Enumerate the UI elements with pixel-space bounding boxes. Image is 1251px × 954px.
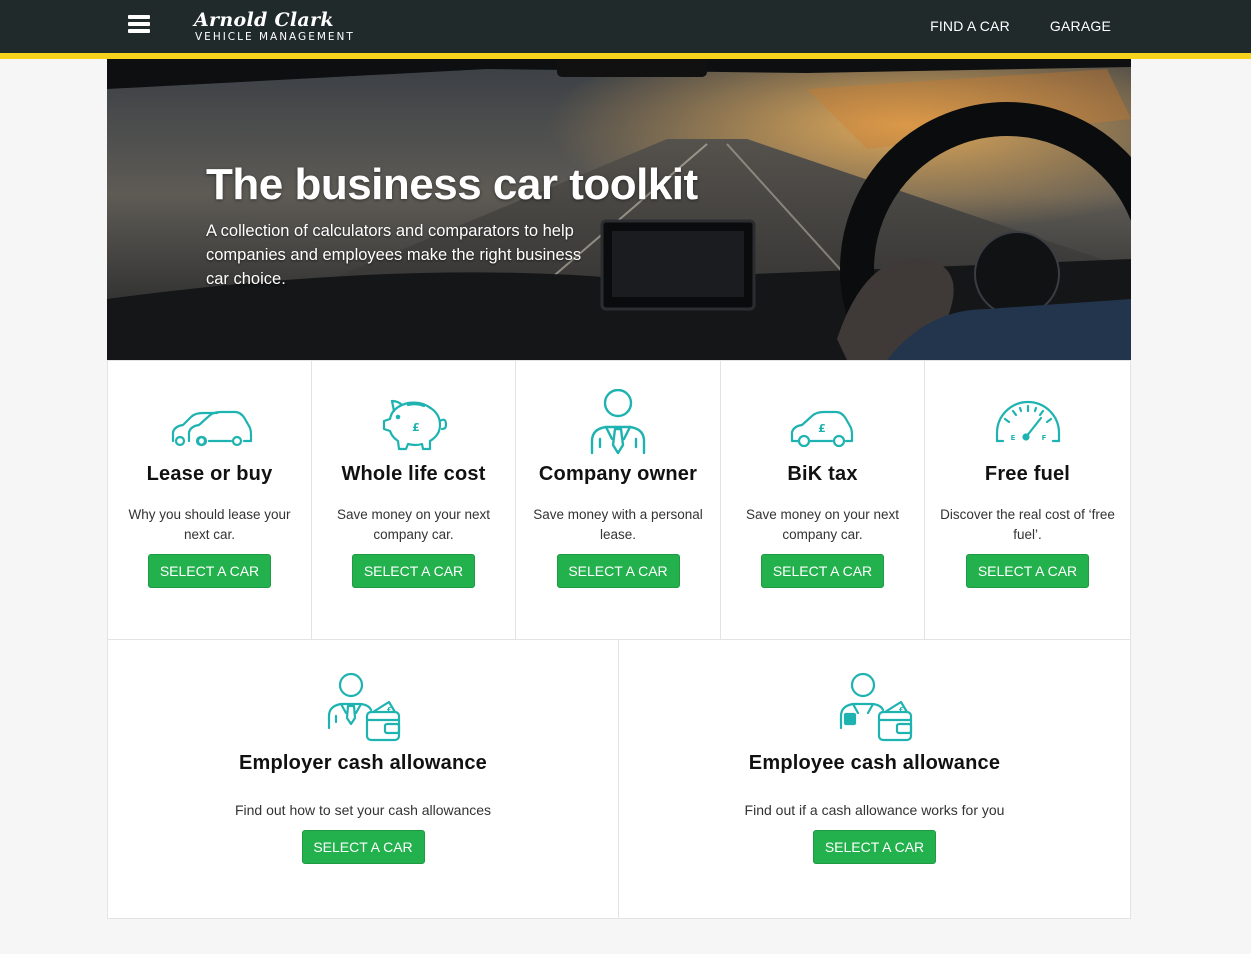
- card-title: Free fuel: [984, 463, 1071, 485]
- card-description: Save money on your next company car.: [745, 507, 900, 542]
- card-free-fuel: E F Free fuel Discover the real cost of …: [924, 360, 1131, 640]
- card-company-owner: Company owner Save money with a personal…: [515, 360, 721, 640]
- nav-find-a-car[interactable]: FIND A CAR: [930, 18, 1010, 34]
- card-title: Employee cash allowance: [748, 752, 1001, 774]
- card-description: Why you should lease your next car.: [128, 507, 291, 542]
- select-a-car-button[interactable]: SELECT A CAR: [301, 830, 425, 864]
- card-bik-tax: £ BiK tax Save money on your next compan…: [720, 360, 925, 640]
- menu-icon[interactable]: [128, 15, 152, 37]
- card-whole-life-cost: £ Whole life cost Save money on your nex…: [311, 360, 516, 640]
- card-description: Save money on your next company car.: [336, 507, 491, 542]
- select-a-car-button[interactable]: SELECT A CAR: [966, 554, 1089, 588]
- card-description: Save money with a personal lease.: [533, 507, 703, 542]
- hero-title: The business car toolkit: [206, 160, 698, 209]
- svg-text:£: £: [818, 422, 826, 435]
- brand-subtitle: VEHICLE MANAGEMENT: [195, 31, 355, 43]
- select-a-car-button[interactable]: SELECT A CAR: [761, 554, 884, 588]
- fuel-gauge-icon: E F: [995, 400, 1060, 443]
- card-lease-or-buy: Lease or buy Why you should lease your n…: [107, 360, 312, 640]
- card-description: Discover the real cost of ‘free fuel’.: [940, 507, 1115, 542]
- svg-text:E: E: [1010, 434, 1015, 442]
- piggy-bank-icon: £: [382, 399, 447, 451]
- top-nav: FIND A CAR GARAGE: [930, 18, 1111, 34]
- hero-banner: The business car toolkit A collection of…: [107, 59, 1131, 360]
- select-a-car-button[interactable]: SELECT A CAR: [813, 830, 936, 864]
- svg-text:F: F: [1041, 434, 1046, 442]
- svg-text:£: £: [387, 706, 392, 714]
- select-a-car-button[interactable]: SELECT A CAR: [148, 554, 271, 588]
- nav-garage[interactable]: GARAGE: [1050, 18, 1111, 34]
- brand-name: Arnold Clark: [194, 9, 334, 31]
- card-employee-cash-allowance: £ Employee cash allowance Find out if a …: [618, 639, 1131, 919]
- card-title: Company owner: [538, 463, 698, 485]
- card-title: Whole life cost: [341, 463, 486, 485]
- brand-logo[interactable]: Arnold Clark VEHICLE MANAGEMENT: [194, 9, 355, 43]
- card-description: Find out how to set your cash allowances: [234, 802, 492, 818]
- business-person-icon: [590, 389, 646, 455]
- card-employer-cash-allowance: £ Employer cash allowance Find out how t…: [107, 639, 619, 919]
- select-a-car-button[interactable]: SELECT A CAR: [352, 554, 475, 588]
- employee-wallet-icon: £: [839, 672, 912, 742]
- car-pound-icon: £: [790, 410, 853, 448]
- site-header: Arnold Clark VEHICLE MANAGEMENT FIND A C…: [0, 0, 1251, 53]
- employer-wallet-icon: £: [327, 672, 401, 742]
- card-title: BiK tax: [787, 463, 858, 485]
- select-a-car-button[interactable]: SELECT A CAR: [556, 554, 680, 588]
- hero-description: A collection of calculators and comparat…: [206, 222, 582, 288]
- svg-text:£: £: [412, 421, 420, 434]
- card-description: Find out if a cash allowance works for y…: [744, 802, 1005, 818]
- card-title: Lease or buy: [146, 463, 273, 485]
- cars-icon: [171, 410, 252, 447]
- svg-text:£: £: [898, 706, 903, 714]
- card-title: Employer cash allowance: [238, 752, 488, 774]
